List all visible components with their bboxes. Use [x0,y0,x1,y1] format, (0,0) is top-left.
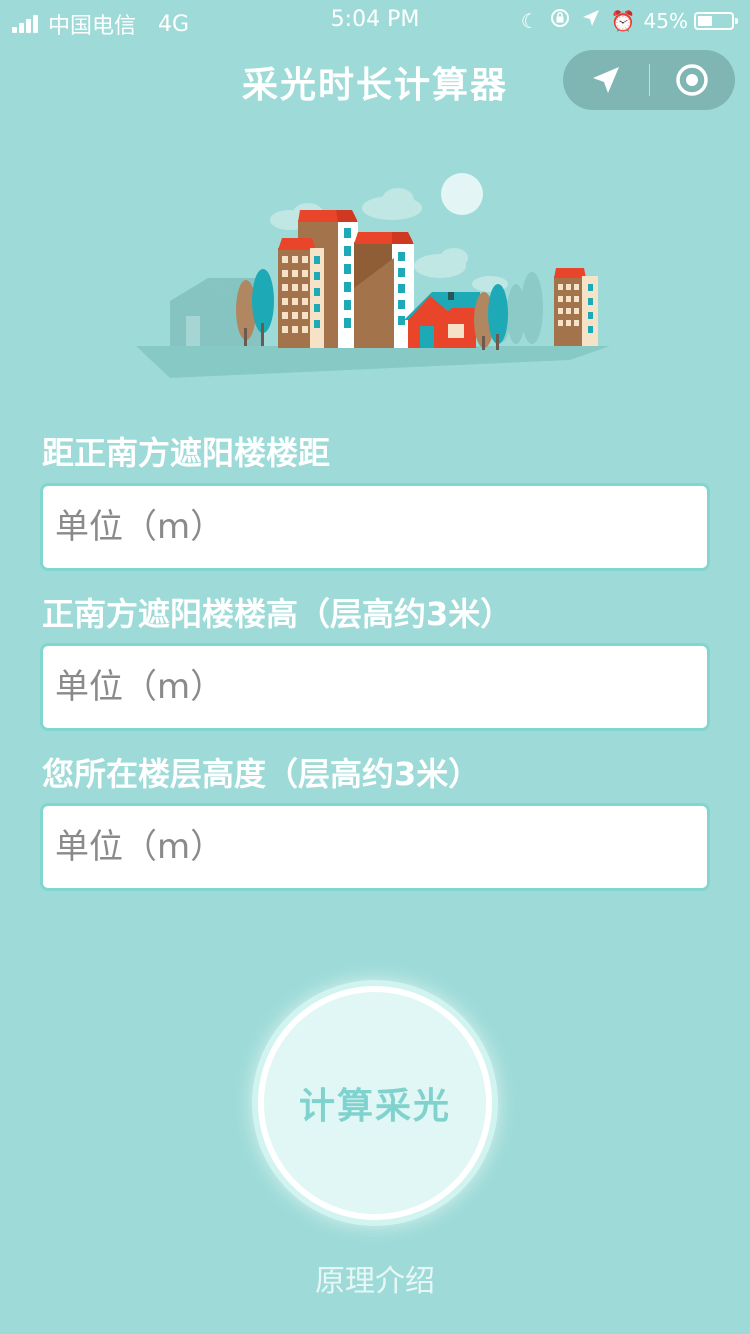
status-right: ☾ ⏰ 45% [511,7,738,34]
status-bar: 中国电信 4G 5:04 PM ☾ ⏰ 45% [0,0,750,40]
calculate-button[interactable]: 计算采光 [258,986,492,1220]
distance-input[interactable] [40,483,710,571]
target-icon [676,64,708,96]
app-screen: 中国电信 4G 5:04 PM ☾ ⏰ 45% 采光时长计算器 距正南方遮阳楼楼… [0,0,750,1334]
alarm-icon: ⏰ [610,8,636,33]
location-arrow-icon [593,67,619,93]
building-height-input[interactable] [40,643,710,731]
floor-height-input[interactable] [40,803,710,891]
moon-icon: ☾ [520,8,539,33]
city-buildings-illustration [136,173,610,378]
mini-program-capsule [563,50,735,110]
battery-icon [694,11,738,30]
distance-label: 距正南方遮阳楼楼距 [42,434,331,472]
battery-fill [698,15,712,26]
building-height-label: 正南方遮阳楼楼高（层高约3米） [42,595,513,633]
orientation-lock-icon [549,7,571,34]
location-arrow-icon [581,8,601,33]
floor-height-label: 您所在楼层高度（层高约3米） [42,755,481,793]
calculate-button-label: 计算采光 [298,1086,451,1127]
principle-intro-link[interactable]: 原理介绍 [0,1256,750,1300]
battery-percent: 45% [643,8,688,33]
close-mini-program-button[interactable] [649,50,735,110]
share-location-button[interactable] [563,50,649,110]
